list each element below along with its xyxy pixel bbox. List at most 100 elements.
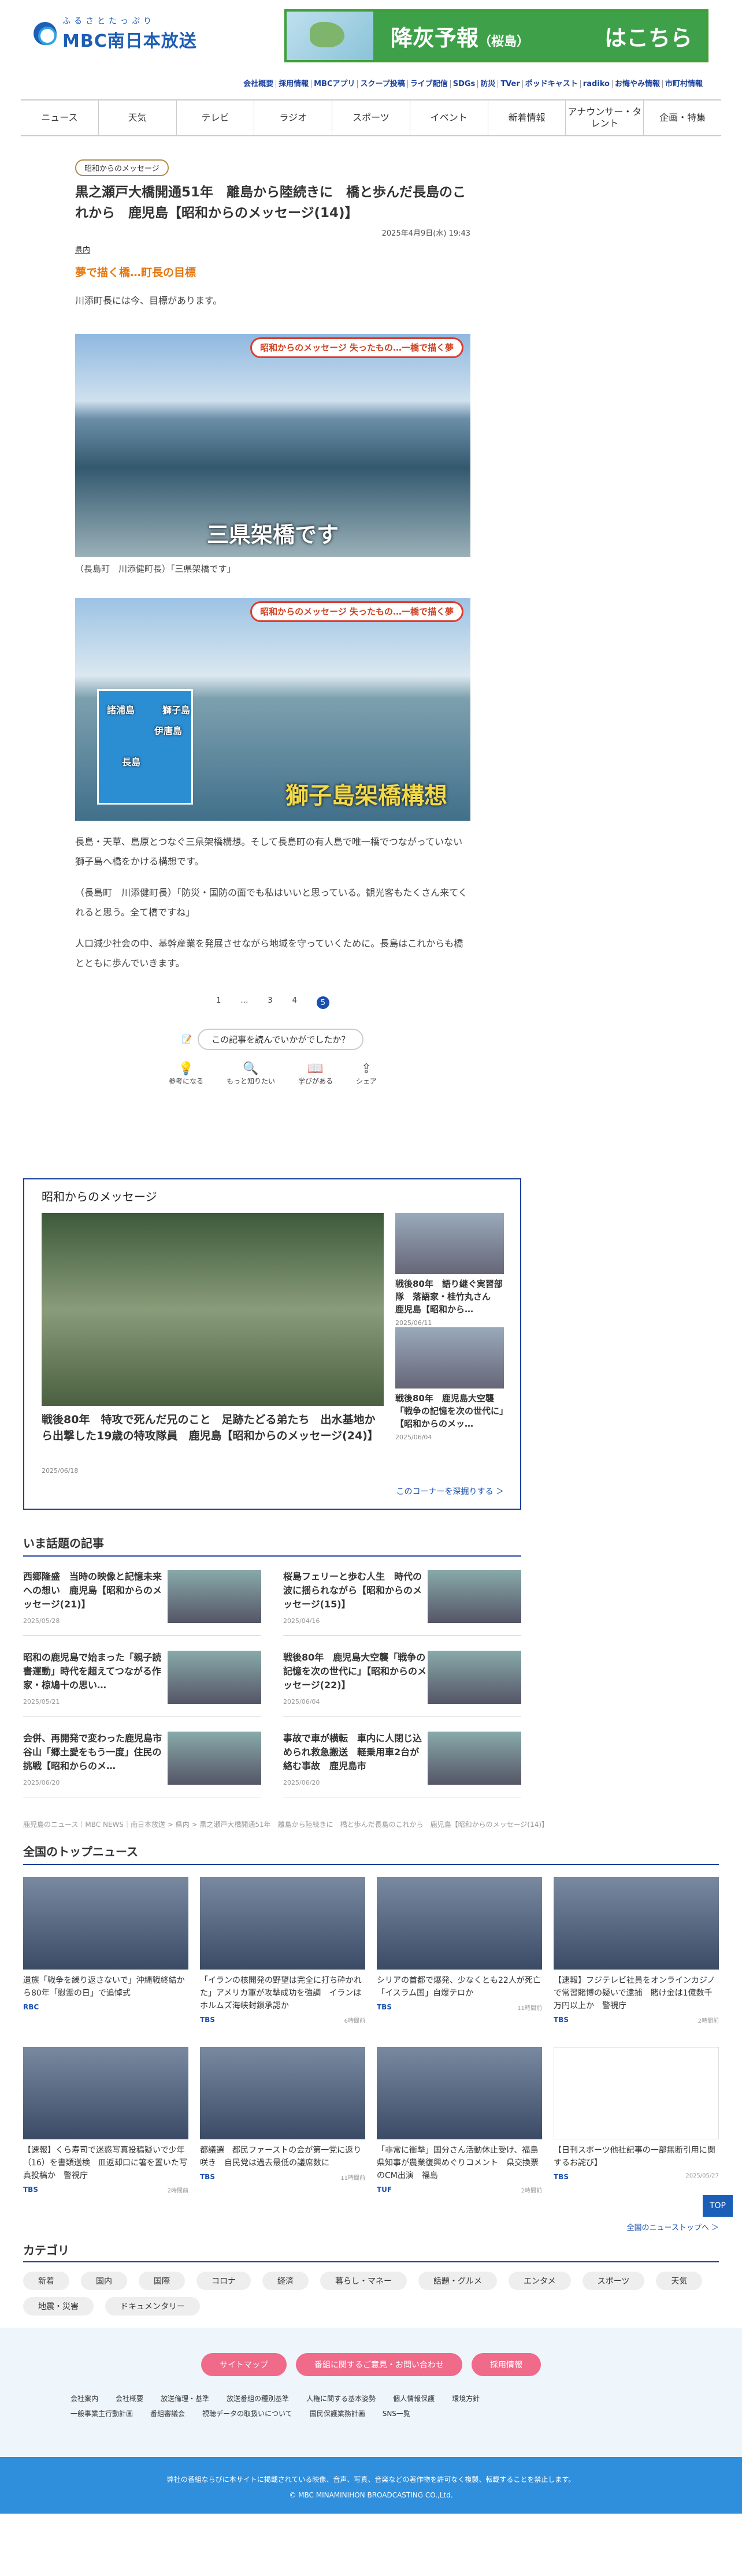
topnews-item[interactable]: 【日刊スポーツ他社記事の一部無断引用に関するお詫び】 TBS 2025/05/27 <box>554 2047 719 2181</box>
nav-item-new[interactable]: 新着情報 <box>487 100 566 135</box>
utility-link[interactable]: お悔やみ情報 <box>611 80 662 88</box>
footer-link[interactable]: SNS一覧 <box>383 2410 410 2418</box>
utility-link[interactable]: 市町村情報 <box>662 80 705 88</box>
topnews-item[interactable]: 遺族「戦争を繰り返さないで」沖縄戦終結から80年「慰霊の日」で追悼式 RBC <box>23 1877 188 2011</box>
site-header: ふるさとたっぷり MBC南日本放送 降灰予報（桜島） はこちら <box>0 0 742 73</box>
page-link[interactable]: 4 <box>292 996 297 1009</box>
topnews-source: TBS <box>200 2016 215 2024</box>
trending-item[interactable]: 西郷隆盛 当時の映像と記憶未来への想い 鹿児島【昭和からのメッセージ(21)】 2… <box>23 1570 261 1636</box>
series-main-title[interactable]: 戦後80年 特攻で死んだ兄のこと 足跡たどる弟たち 出水基地から出撃した19歳の… <box>42 1412 384 1444</box>
series-main-image[interactable] <box>42 1213 384 1406</box>
topnews-image <box>554 2047 719 2139</box>
search-icon: 🔍 <box>243 1062 259 1076</box>
page-ellipsis: … <box>240 996 248 1005</box>
footer-link[interactable]: 番組審議会 <box>150 2410 185 2418</box>
footer: サイトマップ 番組に関するご意見・お問い合わせ 採用情報 会社案内 会社概要 放送倫… <box>0 2328 742 2457</box>
utility-link[interactable]: スクープ投稿 <box>357 80 407 88</box>
topnews-item[interactable]: 「イランの核開発の野望は完全に打ち砕かれた」アメリカ軍が攻撃成功を強調 イランは… <box>200 1877 365 2024</box>
topnews-item[interactable]: 【速報】フジテレビ社員をオンラインカジノで常習賭博の疑いで逮捕 賭け金は1億数千… <box>554 1877 719 2024</box>
nav-item-radio[interactable]: ラジオ <box>254 100 332 135</box>
utility-link[interactable]: ライブ配信 <box>407 80 450 88</box>
category-chip[interactable]: 国際 <box>139 2272 185 2290</box>
trending-item[interactable]: 会併、再開発で変わった鹿児島市谷山「郷土愛をもう一度」住民の挑戦【昭和からのメ…… <box>23 1732 261 1797</box>
trending-item[interactable]: 桜島フェリーと歩む人生 時代の波に揺られながら【昭和からのメッセージ(15)】 2… <box>283 1570 521 1636</box>
series-side-item[interactable]: 戦後80年 鹿児島大空襲「戦争の記憶を次の世代に」【昭和からのメッ… 2025/… <box>395 1327 504 1441</box>
trending-item[interactable]: 事故で車が横転 車内に人閉じ込められ救急搬送 軽乗用車2台が絡む事故 鹿児島市 2… <box>283 1732 521 1797</box>
category-chip[interactable]: 経済 <box>262 2272 309 2290</box>
breadcrumb[interactable]: 鹿児島のニュース｜MBC NEWS｜南日本放送 > 県内 > 黒之瀬戸大橋開通5… <box>23 1819 548 1829</box>
sitemap-button[interactable]: サイトマップ <box>201 2353 287 2376</box>
page-link[interactable]: 3 <box>268 996 272 1009</box>
share-button[interactable]: ⇪ シェア <box>356 1062 377 1086</box>
footer-link[interactable]: 視聴データの取扱いについて <box>202 2410 292 2418</box>
series-more-link[interactable]: このコーナーを深掘りする ＞ <box>396 1486 504 1497</box>
category-chip[interactable]: エンタメ <box>509 2272 571 2290</box>
series-side-image <box>395 1213 504 1274</box>
category-chip[interactable]: コロナ <box>196 2272 251 2290</box>
footer-link[interactable]: 会社概要 <box>116 2395 143 2403</box>
feedback-helpful-button[interactable]: 💡 参考になる <box>169 1062 203 1086</box>
site-logo[interactable]: ふるさとたっぷり MBC南日本放送 <box>34 15 197 52</box>
footer-link[interactable]: 会社案内 <box>71 2395 98 2403</box>
utility-link[interactable]: ポッドキャスト <box>522 80 580 88</box>
article-paragraph: 人口減少社会の中、基幹産業を発展させながら地域を守っていくために。長島はこれから… <box>75 938 463 969</box>
feedback-more-button[interactable]: 🔍 もっと知りたい <box>227 1062 275 1086</box>
category-chip[interactable]: スポーツ <box>582 2272 645 2290</box>
ash-forecast-banner[interactable]: 降灰予報（桜島） はこちら <box>284 9 708 62</box>
category-chip[interactable]: 地震・災害 <box>23 2297 94 2316</box>
nav-item-events[interactable]: イベント <box>409 100 488 135</box>
category-chip[interactable]: 話題・グルメ <box>418 2272 497 2290</box>
book-icon: 📖 <box>307 1062 324 1076</box>
trending-item[interactable]: 戦後80年 鹿児島大空襲「戦争の記憶を次の世代に」【昭和からのメッセージ(22)… <box>283 1651 521 1717</box>
utility-link[interactable]: 会社概要 <box>241 80 276 88</box>
nav-item-features[interactable]: 企画・特集 <box>643 100 721 135</box>
category-chip[interactable]: 新着 <box>23 2272 69 2290</box>
topnews-more-link[interactable]: 全国のニューストップへ ＞ <box>627 2221 719 2232</box>
article-category[interactable]: 県内 <box>75 244 470 255</box>
nav-item-announcers[interactable]: アナウンサー・タレント <box>565 100 643 135</box>
footer-link[interactable]: 国民保護業務計画 <box>310 2410 365 2418</box>
category-chip[interactable]: 天気 <box>656 2272 703 2290</box>
topnews-item[interactable]: 都議選 都民ファーストの会が第一党に返り咲き 自民党は過去最低の議席数に TBS 1… <box>200 2047 365 2182</box>
page-current[interactable]: 5 <box>316 996 329 1009</box>
feedback: 📝 この記事を読んでいかがでしたか？ <box>75 1029 470 1050</box>
footer-link[interactable]: 放送倫理・基準 <box>161 2395 209 2403</box>
map-label: 長島 <box>122 757 141 768</box>
nav-item-weather[interactable]: 天気 <box>98 100 176 135</box>
pagination: 1 … 3 4 5 <box>75 996 470 1009</box>
nav-item-sports[interactable]: スポーツ <box>332 100 410 135</box>
category-chip[interactable]: 国内 <box>81 2272 127 2290</box>
topnews-item[interactable]: 【速報】くら寿司で迷惑写真投稿疑いで少年（16）を書類送検 皿返却口に箸を置いた… <box>23 2047 188 2194</box>
topnews-image <box>377 2047 542 2139</box>
series-box: 昭和からのメッセージ 戦後80年 特攻で死んだ兄のこと 足跡たどる弟たち 出水基… <box>23 1178 521 1510</box>
footer-link[interactable]: 環境方針 <box>452 2395 480 2403</box>
utility-link[interactable]: 防災 <box>477 80 498 88</box>
topnews-date: 6時間前 <box>344 2018 365 2024</box>
category-chip[interactable]: 暮らし・マネー <box>320 2272 407 2290</box>
trending-item[interactable]: 昭和の鹿児島で始まった「親子読書運動」時代を超えてつながる作家・椋鳩十の思い… 2… <box>23 1651 261 1717</box>
topnews-item[interactable]: シリアの首都で爆発、少なくとも22人が死亡「イスラム国」自爆テロか TBS 11時間… <box>377 1877 542 2012</box>
footer-link[interactable]: 放送番組の種別基準 <box>227 2395 289 2403</box>
footer-link[interactable]: 一般事業主行動計画 <box>71 2410 133 2418</box>
nav-item-tv[interactable]: テレビ <box>176 100 254 135</box>
utility-link[interactable]: 採用情報 <box>276 80 311 88</box>
topnews-item-title: 「イランの核開発の野望は完全に打ち砕かれた」アメリカ軍が攻撃成功を強調 イランは… <box>200 1976 362 2011</box>
article-tag[interactable]: 昭和からのメッセージ <box>75 159 169 176</box>
article-image-bridge-view: 昭和からのメッセージ 失ったもの…一橋で描く夢 三県架橋です <box>75 334 470 557</box>
utility-link[interactable]: MBCアプリ <box>311 80 358 88</box>
topnews-item[interactable]: 「非常に衝撃」国分さん活動休止受け、福島県知事が農業復興めぐりコメント 県交換票… <box>377 2047 542 2194</box>
footer-link[interactable]: 個人情報保護 <box>393 2395 435 2403</box>
utility-link[interactable]: radiko <box>580 80 612 88</box>
page-link[interactable]: 1 <box>216 996 221 1009</box>
recruit-button[interactable]: 採用情報 <box>472 2353 541 2376</box>
utility-link[interactable]: TVer <box>498 80 522 88</box>
footer-link[interactable]: 人権に関する基本姿勢 <box>306 2395 376 2403</box>
feedback-learn-button[interactable]: 📖 学びがある <box>298 1062 333 1086</box>
nav-item-news[interactable]: ニュース <box>21 100 98 135</box>
copyright: © MBC MINAMINIHON BROADCASTING CO.,Ltd. <box>289 2491 453 2499</box>
utility-link[interactable]: SDGs <box>450 80 478 88</box>
back-to-top-button[interactable]: TOP <box>703 2195 733 2217</box>
category-chip[interactable]: ドキュメンタリー <box>105 2297 200 2316</box>
contact-button[interactable]: 番組に関するご意見・お問い合わせ <box>296 2353 462 2376</box>
series-side-item[interactable]: 戦後80年 語り継ぐ実習部隊 落語家・桂竹丸さん 鹿児島【昭和から… 2025/… <box>395 1213 504 1327</box>
